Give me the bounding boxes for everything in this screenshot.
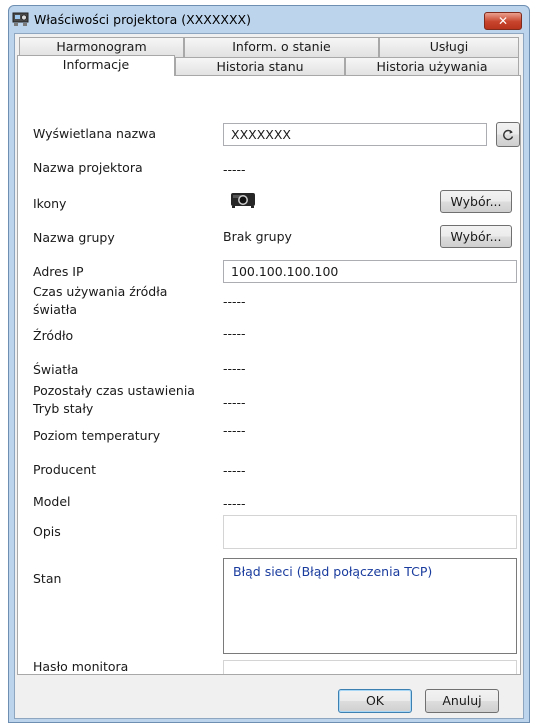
refresh-button[interactable] [496, 122, 520, 147]
constant-mode-time-value: ----- [223, 395, 246, 410]
constant-mode-time-label: Pozostały czas ustawienia Tryb stały [33, 383, 195, 416]
manufacturer-label: Producent [33, 462, 97, 477]
close-button[interactable]: ✕ [484, 12, 522, 30]
model-value: ----- [223, 496, 246, 511]
ip-address-label: Adres IP [33, 264, 84, 279]
window-title: Właściwości projektora (XXXXXXX) [34, 12, 251, 27]
information-panel: Wyświetlana nazwa XXXXXXX Nazwa projekto… [17, 75, 521, 675]
cancel-button[interactable]: Anuluj [425, 689, 499, 713]
display-name-input[interactable]: XXXXXXX [223, 123, 487, 146]
ip-address-input[interactable]: 100.100.100.100 [223, 260, 517, 283]
lights-label: Światła [33, 362, 79, 377]
tab-harmonogram[interactable]: Harmonogram [19, 37, 184, 57]
monitor-password-input[interactable] [223, 660, 517, 674]
projector-name-value: ----- [223, 162, 246, 177]
tab-status-history[interactable]: Historia stanu [175, 57, 345, 76]
temperature-level-label: Poziom temperatury [33, 428, 161, 443]
status-label: Stan [33, 571, 62, 586]
tab-information[interactable]: Informacje [17, 55, 175, 76]
lights-value: ----- [223, 361, 246, 376]
group-name-value: Brak grupy [223, 229, 292, 244]
monitor-password-label: Hasło monitora [33, 659, 129, 674]
display-name-label: Wyświetlana nazwa [33, 126, 157, 141]
source-label: Źródło [33, 328, 74, 343]
icons-label: Ikony [33, 196, 67, 211]
properties-window: Właściwości projektora (XXXXXXX) ✕ Harmo… [8, 5, 530, 723]
manufacturer-value: ----- [223, 463, 246, 478]
tab-status-info[interactable]: Inform. o stanie [184, 37, 379, 57]
ok-button[interactable]: OK [338, 689, 412, 713]
refresh-icon [501, 129, 515, 145]
description-label: Opis [33, 524, 61, 539]
source-value: ----- [223, 326, 246, 341]
tab-services[interactable]: Usługi [379, 37, 519, 57]
description-input[interactable] [223, 515, 517, 549]
select-icon-button[interactable]: Wybór... [440, 190, 512, 213]
group-name-label: Nazwa grupy [33, 230, 115, 245]
status-box: Błąd sieci (Błąd połączenia TCP) [223, 558, 517, 654]
projector-name-label: Nazwa projektora [33, 160, 143, 175]
tab-usage-history[interactable]: Historia używania [345, 57, 519, 76]
temperature-level-value: ----- [223, 423, 246, 438]
light-usage-time-value: ----- [223, 294, 246, 309]
projector-properties-icon [12, 11, 30, 27]
select-group-button[interactable]: Wybór... [440, 225, 512, 248]
light-usage-time-label: Czas używania źródła światła [33, 284, 168, 317]
projector-icon [230, 191, 256, 212]
title-bar[interactable]: Właściwości projektora (XXXXXXX) ✕ [9, 6, 529, 33]
dialog-body: Harmonogram Inform. o stanie Usługi Info… [14, 33, 524, 719]
model-label: Model [33, 494, 71, 509]
